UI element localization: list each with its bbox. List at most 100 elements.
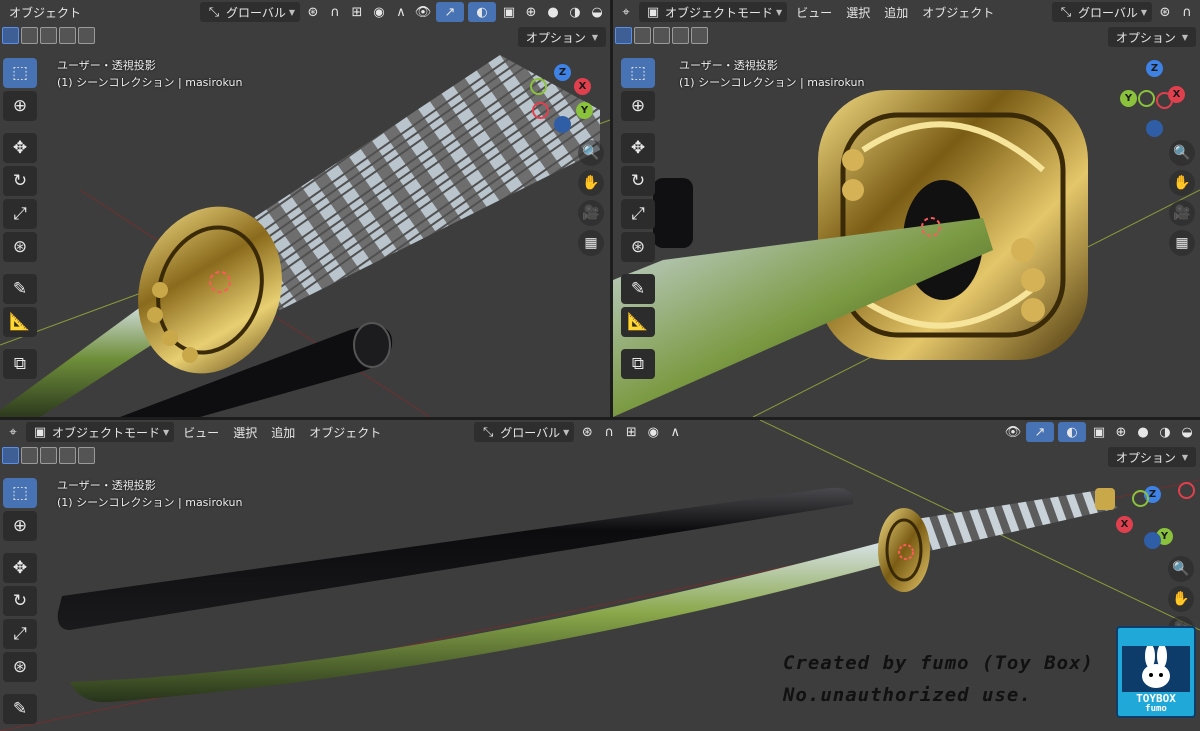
- pivot-point-icon[interactable]: ⊛: [578, 423, 596, 441]
- menu-view[interactable]: ビュー: [791, 2, 837, 22]
- transform-icon[interactable]: ⊛: [621, 232, 655, 262]
- select-box-icon[interactable]: ⬚: [3, 478, 37, 508]
- solid-shading-icon[interactable]: ●: [1134, 423, 1152, 441]
- select-subtract-icon[interactable]: [40, 447, 57, 464]
- navigation-gizmo[interactable]: Z X Y: [528, 62, 608, 142]
- proportional-edit-icon[interactable]: ◉: [370, 3, 388, 21]
- neg-x-axis-icon[interactable]: [1178, 482, 1195, 499]
- editor-type-icon[interactable]: ⌖: [4, 423, 22, 441]
- zoom-icon[interactable]: 🔍: [1168, 556, 1194, 582]
- pivot-point-icon[interactable]: ⊛: [304, 3, 322, 21]
- rotate-icon[interactable]: ↻: [3, 586, 37, 616]
- material-shading-icon[interactable]: ◑: [1156, 423, 1174, 441]
- falloff-icon[interactable]: ∧: [666, 423, 684, 441]
- neg-x-axis-icon[interactable]: [1156, 92, 1173, 109]
- add-cube-icon[interactable]: ⧉: [3, 349, 37, 379]
- navigation-gizmo[interactable]: Z X Y: [1114, 482, 1198, 554]
- annotate-icon[interactable]: ✎: [3, 694, 37, 724]
- visibility-icon[interactable]: 👁: [1004, 423, 1022, 441]
- snap-icon[interactable]: ∩: [1178, 3, 1196, 21]
- zoom-icon[interactable]: 🔍: [1169, 140, 1195, 166]
- select-box-icon[interactable]: ⬚: [3, 58, 37, 88]
- snap-icon[interactable]: ∩: [326, 3, 344, 21]
- mode-dropdown[interactable]: ▣ オブジェクトモード ▼: [639, 2, 788, 22]
- x-axis-icon[interactable]: X: [574, 78, 591, 95]
- measure-icon[interactable]: 📐: [3, 307, 37, 337]
- hand-icon[interactable]: ✋: [1168, 586, 1194, 612]
- select-invert-icon[interactable]: [59, 447, 76, 464]
- annotate-icon[interactable]: ✎: [621, 274, 655, 304]
- select-extend-icon[interactable]: [634, 27, 651, 44]
- overlay-toggle[interactable]: ◐: [1058, 422, 1086, 442]
- select-extend-icon[interactable]: [21, 447, 38, 464]
- rendered-shading-icon[interactable]: ◒: [588, 3, 606, 21]
- gizmo-toggle[interactable]: ↗: [1026, 422, 1054, 442]
- move-icon[interactable]: ✥: [621, 133, 655, 163]
- select-new-icon[interactable]: [2, 447, 19, 464]
- select-subtract-icon[interactable]: [653, 27, 670, 44]
- select-invert-icon[interactable]: [672, 27, 689, 44]
- falloff-icon[interactable]: ∧: [392, 3, 410, 21]
- select-extend-icon[interactable]: [21, 27, 38, 44]
- navigation-gizmo[interactable]: Z X Y: [1118, 58, 1198, 138]
- move-icon[interactable]: ✥: [3, 553, 37, 583]
- menu-object[interactable]: オブジェクト: [304, 422, 386, 442]
- proportional-edit-icon[interactable]: ◉: [644, 423, 662, 441]
- neg-z-axis-icon[interactable]: [1146, 120, 1163, 137]
- rotate-icon[interactable]: ↻: [621, 166, 655, 196]
- scale-icon[interactable]: ⤢: [3, 619, 37, 649]
- gizmo-toggle[interactable]: ↗: [436, 2, 464, 22]
- mode-dropdown[interactable]: ▣ オブジェクトモード ▼: [26, 422, 175, 442]
- scale-icon[interactable]: ⤢: [3, 199, 37, 229]
- y-axis-icon[interactable]: Y: [1120, 90, 1137, 107]
- select-intersect-icon[interactable]: [78, 27, 95, 44]
- menu-object[interactable]: オブジェクト: [917, 2, 999, 22]
- viewport-top-left[interactable]: オブジェクト ⤡ グローバル ▼ ⊛ ∩ ⊞ ◉ ∧ 👁 ↗ ◐ ▣ ⊕ ● ◑…: [0, 0, 610, 417]
- add-cube-icon[interactable]: ⧉: [621, 349, 655, 379]
- xray-icon[interactable]: ▣: [500, 3, 518, 21]
- select-box-icon[interactable]: ⬚: [621, 58, 655, 88]
- select-new-icon[interactable]: [2, 27, 19, 44]
- camera-icon[interactable]: 🎥: [578, 200, 604, 226]
- annotate-icon[interactable]: ✎: [3, 274, 37, 304]
- neg-z-axis-icon[interactable]: [554, 116, 571, 133]
- transform-orientation-dropdown[interactable]: ⤡ グローバル ▼: [1051, 2, 1152, 22]
- menu-add[interactable]: 追加: [266, 422, 300, 442]
- cursor-icon[interactable]: ⊕: [621, 91, 655, 121]
- select-intersect-icon[interactable]: [78, 447, 95, 464]
- solid-shading-icon[interactable]: ●: [544, 3, 562, 21]
- hand-icon[interactable]: ✋: [578, 170, 604, 196]
- snap-icon[interactable]: ∩: [600, 423, 618, 441]
- wireframe-shading-icon[interactable]: ⊕: [1112, 423, 1130, 441]
- pivot-point-icon[interactable]: ⊛: [1156, 3, 1174, 21]
- wireframe-shading-icon[interactable]: ⊕: [522, 3, 540, 21]
- snap-increment-icon[interactable]: ⊞: [622, 423, 640, 441]
- menu-select[interactable]: 選択: [841, 2, 875, 22]
- grid-icon[interactable]: ▦: [1169, 230, 1195, 256]
- move-icon[interactable]: ✥: [3, 133, 37, 163]
- x-axis-icon[interactable]: X: [1116, 516, 1133, 533]
- select-invert-icon[interactable]: [59, 27, 76, 44]
- menu-select[interactable]: 選択: [228, 422, 262, 442]
- snap-increment-icon[interactable]: ⊞: [348, 3, 366, 21]
- transform-orientation-dropdown[interactable]: ⤡ グローバル ▼: [199, 2, 300, 22]
- transform-icon[interactable]: ⊛: [3, 652, 37, 682]
- neg-y-axis-icon[interactable]: [530, 78, 547, 95]
- editor-type-icon[interactable]: ⌖: [617, 3, 635, 21]
- options-dropdown[interactable]: オプション ▼: [1107, 447, 1196, 467]
- y-axis-icon[interactable]: Y: [576, 102, 593, 119]
- measure-icon[interactable]: 📐: [621, 307, 655, 337]
- scale-icon[interactable]: ⤢: [621, 199, 655, 229]
- neg-y-axis-icon[interactable]: [1138, 90, 1155, 107]
- options-dropdown[interactable]: オプション ▼: [517, 27, 606, 47]
- hand-icon[interactable]: ✋: [1169, 170, 1195, 196]
- select-intersect-icon[interactable]: [691, 27, 708, 44]
- options-dropdown[interactable]: オプション ▼: [1107, 27, 1196, 47]
- z-axis-icon[interactable]: Z: [554, 64, 571, 81]
- z-axis-icon[interactable]: Z: [1146, 60, 1163, 77]
- select-new-icon[interactable]: [615, 27, 632, 44]
- rotate-icon[interactable]: ↻: [3, 166, 37, 196]
- mode-menu[interactable]: オブジェクト: [4, 2, 86, 22]
- menu-view[interactable]: ビュー: [178, 422, 224, 442]
- select-subtract-icon[interactable]: [40, 27, 57, 44]
